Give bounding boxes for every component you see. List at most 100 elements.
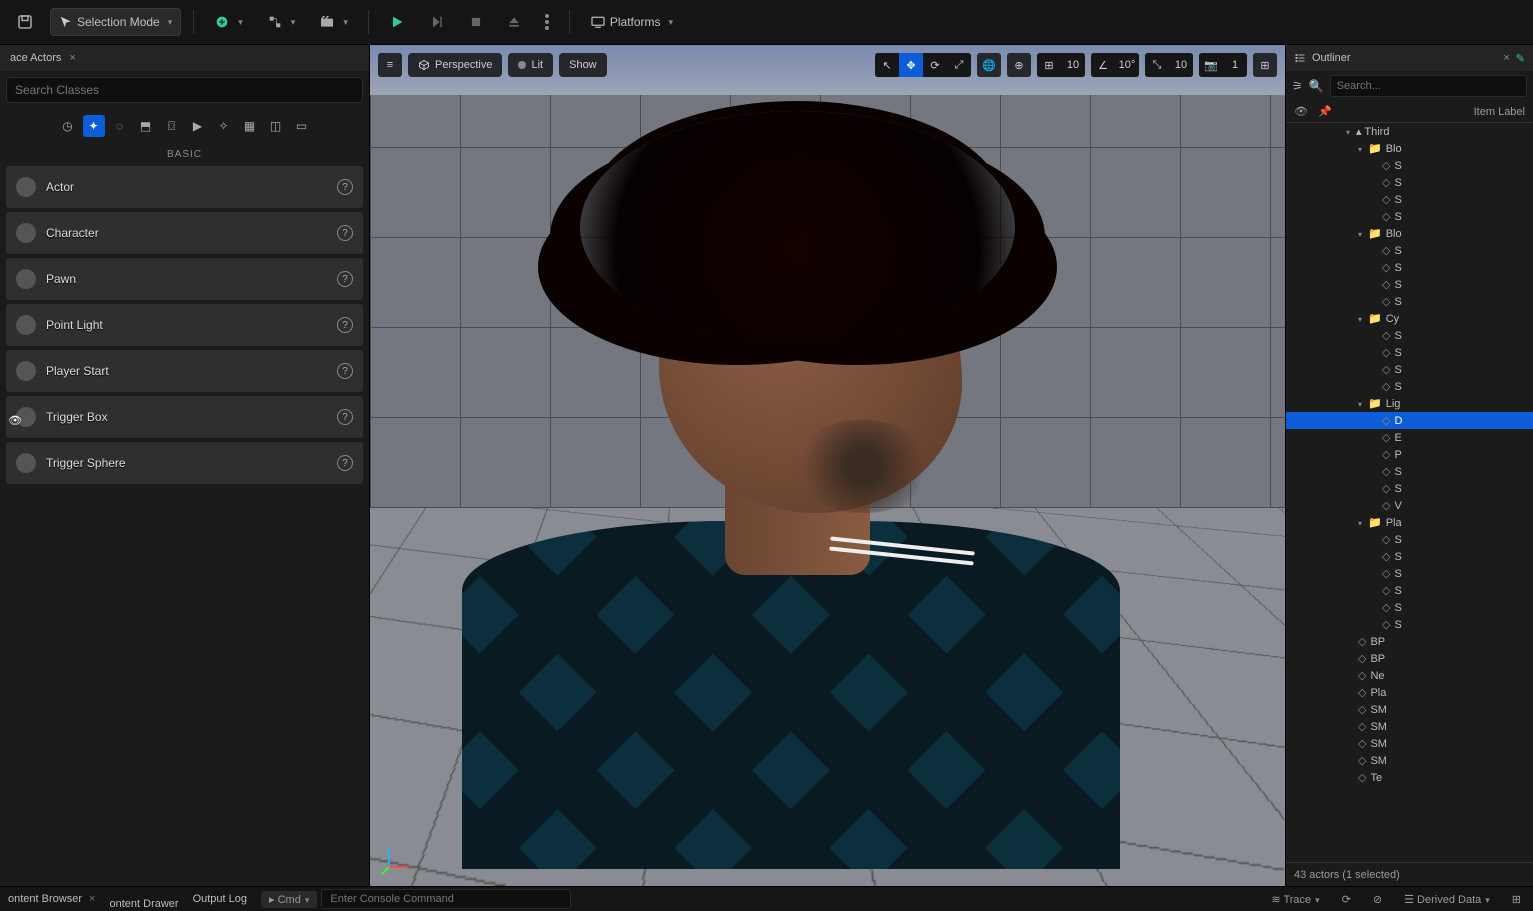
surface-snap-icon[interactable]: ⊕: [1007, 53, 1031, 77]
tree-row[interactable]: 📁 Lig: [1286, 395, 1533, 412]
lit-dropdown[interactable]: Lit: [508, 53, 553, 77]
visibility-column-icon[interactable]: 👁: [1294, 105, 1308, 118]
pin-column-icon[interactable]: 📌: [1318, 105, 1332, 118]
translate-tool-icon[interactable]: ✥: [899, 53, 923, 77]
tree-row[interactable]: ◇ SM: [1286, 752, 1533, 769]
tree-row[interactable]: ◇ BP: [1286, 633, 1533, 650]
search-icon[interactable]: 🔍: [1309, 79, 1324, 93]
selection-mode-dropdown[interactable]: Selection Mode: [50, 8, 181, 36]
revision-control-icon[interactable]: ⟳: [1338, 893, 1355, 906]
viewport-menu-icon[interactable]: ≡: [378, 53, 402, 77]
recent-icon[interactable]: ◷: [57, 115, 79, 137]
tree-row[interactable]: ◇ S: [1286, 174, 1533, 191]
basic-icon[interactable]: ✦: [83, 115, 105, 137]
help-icon[interactable]: ?: [337, 363, 353, 379]
tree-row[interactable]: ◇ S: [1286, 293, 1533, 310]
tree-row[interactable]: 📁 Blo: [1286, 225, 1533, 242]
cmd-dropdown[interactable]: ▸ Cmd: [261, 891, 317, 908]
tree-row[interactable]: 📁 Pla: [1286, 514, 1533, 531]
console-input[interactable]: [321, 889, 571, 909]
content-browser-tab[interactable]: ontent Browser ×: [8, 893, 95, 905]
close-icon[interactable]: ×: [89, 893, 95, 905]
actor-item[interactable]: Character?: [6, 212, 363, 254]
output-log-button[interactable]: Output Log: [193, 893, 247, 905]
tree-row[interactable]: ◇ S: [1286, 259, 1533, 276]
save-icon[interactable]: [8, 8, 42, 36]
viewport-layout-icon[interactable]: ⊞: [1253, 53, 1277, 77]
tree-row[interactable]: 📁 Cy: [1286, 310, 1533, 327]
content-drawer-button[interactable]: ontent Drawer: [109, 898, 178, 910]
derived-data-dropdown[interactable]: ☰ Derived Data: [1400, 893, 1494, 906]
tree-row[interactable]: ◇ V: [1286, 497, 1533, 514]
sync-icon[interactable]: ⊘: [1369, 893, 1386, 906]
more-icon[interactable]: ⊞: [1508, 893, 1525, 906]
eject-button[interactable]: [499, 8, 529, 36]
help-icon[interactable]: ?: [337, 317, 353, 333]
tree-row[interactable]: ▴ Third: [1286, 123, 1533, 140]
tree-row[interactable]: ◇ S: [1286, 276, 1533, 293]
help-icon[interactable]: ?: [337, 225, 353, 241]
grid-snap-icon[interactable]: ⊞: [1037, 53, 1061, 77]
stop-button[interactable]: [461, 8, 491, 36]
coordinate-space-icon[interactable]: 🌐: [977, 53, 1001, 77]
angle-snap-icon[interactable]: ∠: [1091, 53, 1115, 77]
outliner-search-input[interactable]: [1330, 75, 1527, 97]
shapes-icon[interactable]: ⬒: [135, 115, 157, 137]
geometry-icon[interactable]: ▦: [239, 115, 261, 137]
help-icon[interactable]: ?: [337, 455, 353, 471]
tree-row[interactable]: ◇ S: [1286, 565, 1533, 582]
cinematics-dropdown[interactable]: [311, 8, 356, 36]
tree-row[interactable]: ◇ S: [1286, 191, 1533, 208]
filter-icon[interactable]: ⚞: [1292, 79, 1303, 93]
tree-row[interactable]: 👁◇ D: [1286, 412, 1533, 429]
step-button[interactable]: [421, 8, 453, 36]
item-label-column[interactable]: Item Label: [1474, 106, 1525, 118]
add-content-dropdown[interactable]: [206, 8, 251, 36]
cinematic-icon[interactable]: ⌼: [161, 115, 183, 137]
platforms-dropdown[interactable]: Platforms: [582, 8, 681, 36]
help-icon[interactable]: ?: [337, 179, 353, 195]
scale-tool-icon[interactable]: ⤢: [947, 53, 971, 77]
tree-row[interactable]: ◇ S: [1286, 531, 1533, 548]
help-icon[interactable]: ?: [337, 271, 353, 287]
actor-item[interactable]: Point Light?: [6, 304, 363, 346]
show-dropdown[interactable]: Show: [559, 53, 607, 77]
scale-snap-value[interactable]: 10: [1169, 53, 1193, 77]
close-icon[interactable]: ×: [1503, 52, 1509, 64]
all-classes-icon[interactable]: ▭: [291, 115, 313, 137]
tree-row[interactable]: ◇ S: [1286, 208, 1533, 225]
tree-row[interactable]: ◇ S: [1286, 616, 1533, 633]
blueprints-dropdown[interactable]: [259, 8, 304, 36]
tree-row[interactable]: ◇ P: [1286, 446, 1533, 463]
rotate-tool-icon[interactable]: ⟳: [923, 53, 947, 77]
tree-row[interactable]: ◇ SM: [1286, 735, 1533, 752]
play-options-button[interactable]: [537, 8, 557, 36]
tree-row[interactable]: ◇ S: [1286, 378, 1533, 395]
tree-row[interactable]: ◇ SM: [1286, 701, 1533, 718]
viewport[interactable]: ≡ Perspective Lit Show ↖ ✥ ⟳ ⤢ 🌐 ⊕: [370, 45, 1285, 886]
new-icon[interactable]: ✎: [1516, 52, 1525, 65]
tree-row[interactable]: ◇ E: [1286, 429, 1533, 446]
media-icon[interactable]: ▶: [187, 115, 209, 137]
close-icon[interactable]: ×: [69, 52, 75, 64]
tree-row[interactable]: ◇ S: [1286, 242, 1533, 259]
place-actors-tab[interactable]: ace Actors ×: [0, 45, 369, 71]
tree-row[interactable]: ◇ S: [1286, 344, 1533, 361]
tree-row[interactable]: ◇ BP: [1286, 650, 1533, 667]
actor-item[interactable]: Pawn?: [6, 258, 363, 300]
tree-row[interactable]: 📁 Blo: [1286, 140, 1533, 157]
select-tool-icon[interactable]: ↖: [875, 53, 899, 77]
angle-snap-value[interactable]: 10°: [1115, 53, 1139, 77]
grid-snap-value[interactable]: 10: [1061, 53, 1085, 77]
outliner-tab[interactable]: Outliner × ✎: [1286, 45, 1533, 71]
perspective-dropdown[interactable]: Perspective: [408, 53, 502, 77]
search-classes-input[interactable]: [6, 77, 363, 103]
actor-item[interactable]: Trigger Box?: [6, 396, 363, 438]
volumes-icon[interactable]: ◫: [265, 115, 287, 137]
tree-row[interactable]: ◇ Pla: [1286, 684, 1533, 701]
tree-row[interactable]: ◇ S: [1286, 157, 1533, 174]
trace-dropdown[interactable]: ≋ Trace: [1267, 893, 1323, 906]
actor-item[interactable]: Trigger Sphere?: [6, 442, 363, 484]
visual-effects-icon[interactable]: ✧: [213, 115, 235, 137]
tree-row[interactable]: ◇ S: [1286, 548, 1533, 565]
